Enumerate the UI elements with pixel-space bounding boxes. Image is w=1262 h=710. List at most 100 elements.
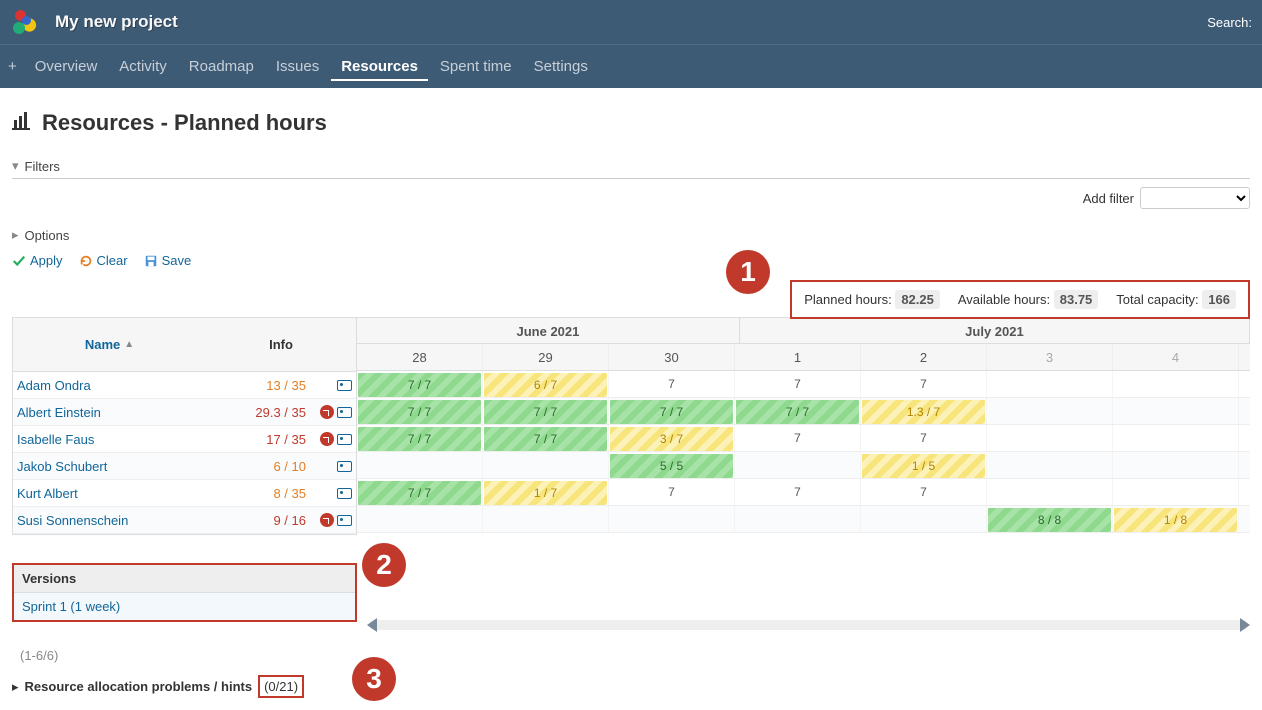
allocation-bar[interactable]: 1 / 7 — [484, 481, 607, 505]
timeline-row: 7 / 77 / 73 / 777 — [357, 425, 1250, 452]
day-cell — [987, 479, 1113, 505]
row-icons — [312, 488, 352, 499]
allocation-bar[interactable]: 7 / 7 — [358, 373, 481, 397]
day-cell — [1113, 398, 1239, 424]
app-logo — [10, 7, 40, 37]
day-cell: 3 / 7 — [609, 425, 735, 451]
timeline-scrollbar[interactable] — [369, 620, 1248, 630]
day-cell: 7 — [861, 425, 987, 451]
options-toggle[interactable]: ▸ Options — [12, 223, 1250, 247]
clock-icon — [320, 405, 334, 419]
day-cell: 7 / 7 — [357, 398, 483, 424]
version-link[interactable]: Sprint 1 (1 week) — [14, 593, 355, 620]
nav-spent-time[interactable]: Spent time — [430, 52, 522, 81]
reload-icon — [79, 254, 93, 268]
resource-row: Susi Sonnenschein9 / 16 — [13, 507, 356, 534]
clear-button[interactable]: Clear — [79, 253, 128, 268]
resource-name-link[interactable]: Albert Einstein — [17, 405, 222, 420]
nav-settings[interactable]: Settings — [524, 52, 598, 81]
day-cell: 7 / 7 — [357, 479, 483, 505]
allocation-bar[interactable]: 8 / 8 — [988, 508, 1111, 532]
allocation-bar[interactable]: 7 / 7 — [358, 481, 481, 505]
day-cell: 7 / 7 — [357, 371, 483, 397]
vcard-icon[interactable] — [337, 461, 352, 472]
scroll-left-icon[interactable] — [367, 618, 377, 632]
allocation-bar[interactable]: 7 / 7 — [484, 427, 607, 451]
day-cell: 7 / 7 — [357, 425, 483, 451]
summary-box: Planned hours: 82.25 Available hours: 83… — [790, 280, 1250, 319]
nav-overview[interactable]: Overview — [25, 52, 108, 81]
day-cell — [987, 452, 1113, 478]
allocation-bar[interactable]: 7 / 7 — [736, 400, 859, 424]
vcard-icon[interactable] — [337, 380, 352, 391]
vcard-icon[interactable] — [337, 515, 352, 526]
hints-count: (0/21) — [258, 675, 304, 698]
resource-row: Albert Einstein29.3 / 35 — [13, 399, 356, 426]
chevron-down-icon: ▾ — [12, 158, 19, 174]
total-capacity-value: 166 — [1202, 290, 1236, 309]
resource-name-link[interactable]: Adam Ondra — [17, 378, 222, 393]
allocation-bar[interactable]: 5 / 5 — [610, 454, 733, 478]
day-cell: 7 — [735, 371, 861, 397]
nav-roadmap[interactable]: Roadmap — [179, 52, 264, 81]
resource-grid: Name▲ Info Adam Ondra13 / 35Albert Einst… — [12, 317, 1250, 535]
day-cell — [483, 452, 609, 478]
chevron-right-icon: ▸ — [12, 227, 19, 243]
vcard-icon[interactable] — [337, 407, 352, 418]
timeline-row: 8 / 81 / 8 — [357, 506, 1250, 533]
allocation-bar[interactable]: 1.3 / 7 — [862, 400, 985, 424]
day-cell — [987, 425, 1113, 451]
right-column: June 2021 July 2021 28 29 30 1 2 3 4 7 /… — [357, 317, 1250, 535]
resource-name-link[interactable]: Susi Sonnenschein — [17, 513, 222, 528]
nav-resources[interactable]: Resources — [331, 52, 428, 81]
nav-activity[interactable]: Activity — [109, 52, 177, 81]
filters-toggle[interactable]: ▾ Filters — [12, 154, 1250, 179]
page-title: Resources - Planned hours — [12, 110, 1250, 136]
column-header-name[interactable]: Name▲ — [13, 318, 206, 371]
allocation-bar[interactable]: 7 / 7 — [358, 427, 481, 451]
column-header-info[interactable]: Info — [206, 318, 356, 371]
add-filter-label: Add filter — [1083, 191, 1134, 206]
available-hours-label: Available hours: — [958, 292, 1050, 307]
day-29: 29 — [483, 344, 609, 370]
add-filter-select[interactable] — [1140, 187, 1250, 209]
allocation-bar[interactable]: 7 / 7 — [610, 400, 733, 424]
scroll-right-icon[interactable] — [1240, 618, 1250, 632]
day-2: 2 — [861, 344, 987, 370]
save-button[interactable]: Save — [144, 253, 192, 268]
day-1: 1 — [735, 344, 861, 370]
day-cell: 1 / 8 — [1113, 506, 1239, 532]
hints-toggle[interactable]: ▸ Resource allocation problems / hints (… — [12, 675, 1250, 698]
day-cell: 7 — [735, 425, 861, 451]
resource-info: 29.3 / 35 — [222, 405, 312, 420]
apply-button[interactable]: Apply — [12, 253, 63, 268]
allocation-bar[interactable]: 1 / 8 — [1114, 508, 1237, 532]
allocation-bar[interactable]: 3 / 7 — [610, 427, 733, 451]
left-column: Name▲ Info Adam Ondra13 / 35Albert Einst… — [12, 317, 357, 535]
day-cell — [483, 506, 609, 532]
nav-issues[interactable]: Issues — [266, 52, 329, 81]
vcard-icon[interactable] — [337, 434, 352, 445]
project-title[interactable]: My new project — [55, 12, 1207, 32]
available-hours-value: 83.75 — [1054, 290, 1099, 309]
check-icon — [12, 254, 26, 268]
resource-name-link[interactable]: Kurt Albert — [17, 486, 222, 501]
day-cell: 6 / 7 — [483, 371, 609, 397]
allocation-bar[interactable]: 1 / 5 — [862, 454, 985, 478]
options-label: Options — [25, 228, 70, 243]
sort-asc-icon: ▲ — [124, 339, 134, 350]
allocation-bar[interactable]: 7 / 7 — [358, 400, 481, 424]
allocation-bar[interactable]: 6 / 7 — [484, 373, 607, 397]
main-nav: + Overview Activity Roadmap Issues Resou… — [0, 44, 1262, 88]
day-cell: 8 / 8 — [987, 506, 1113, 532]
resource-info: 13 / 35 — [222, 378, 312, 393]
add-icon[interactable]: + — [8, 52, 23, 81]
resource-name-link[interactable]: Jakob Schubert — [17, 459, 222, 474]
resource-info: 9 / 16 — [222, 513, 312, 528]
month-june: June 2021 — [357, 318, 740, 343]
vcard-icon[interactable] — [337, 488, 352, 499]
resource-name-link[interactable]: Isabelle Faus — [17, 432, 222, 447]
versions-header: Versions — [14, 565, 355, 593]
allocation-bar[interactable]: 7 / 7 — [484, 400, 607, 424]
annotation-badge-3: 3 — [352, 657, 396, 701]
